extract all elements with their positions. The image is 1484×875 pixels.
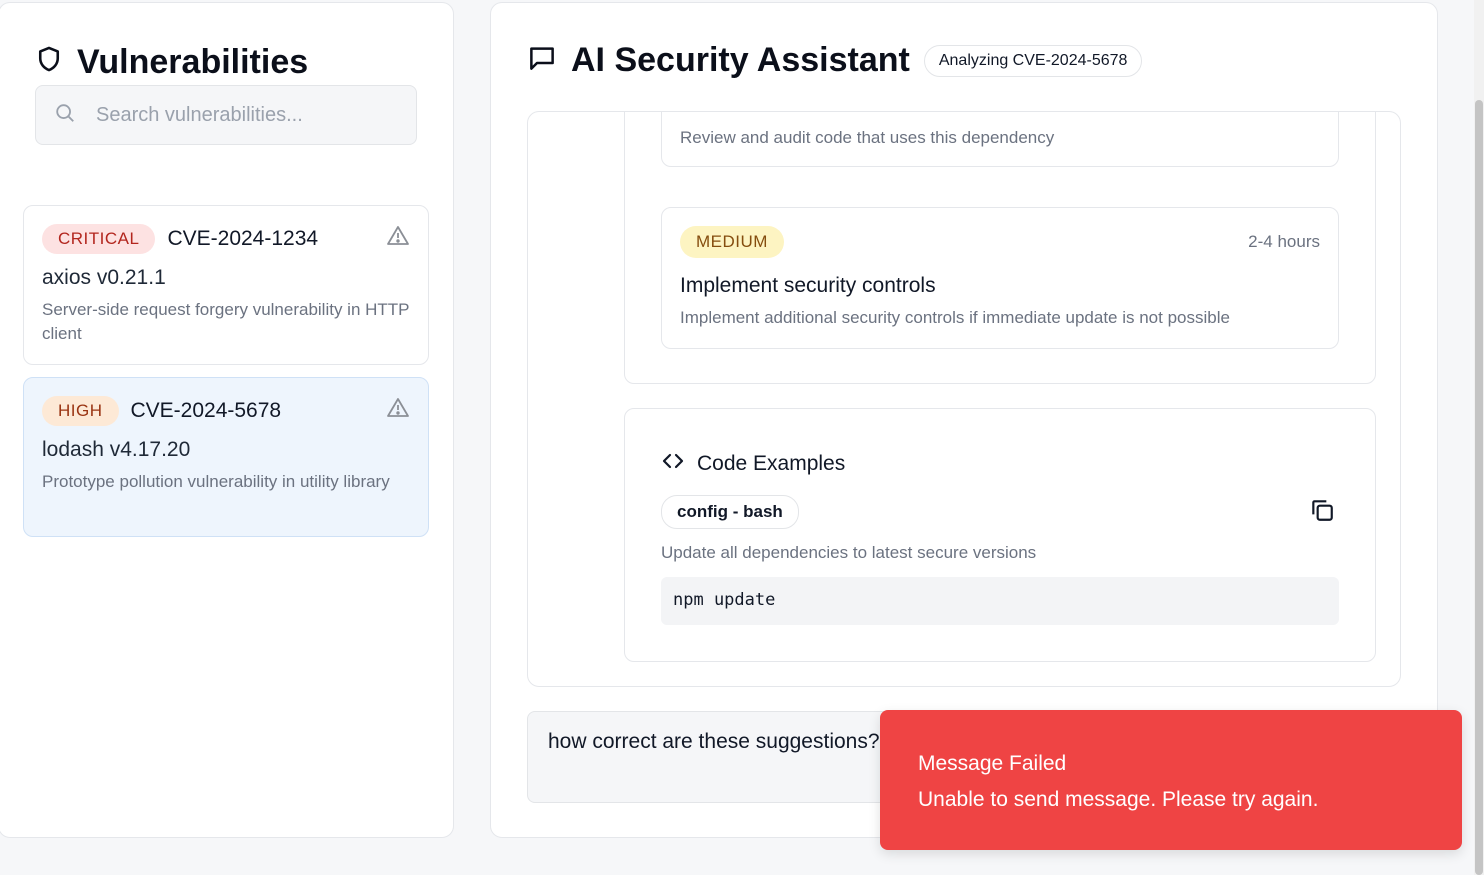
code-description: Update all dependencies to latest secure… [661, 543, 1037, 562]
recommendations-card: Review and audit code that uses this dep… [624, 112, 1376, 384]
cve-id: CVE-2024-5678 [130, 399, 282, 422]
scrollbar-thumb[interactable] [1475, 100, 1483, 875]
sidebar-title: Vulnerabilities [77, 43, 309, 81]
error-toast[interactable]: Message Failed Unable to send message. P… [880, 710, 1462, 850]
context-badge: Analyzing CVE-2024-5678 [923, 44, 1143, 77]
severity-badge: HIGH [42, 396, 119, 426]
assistant-header: AI Security Assistant Analyzing CVE-2024… [527, 41, 1143, 80]
shield-icon [35, 43, 63, 82]
effort-estimate: 2-4 hours [1248, 232, 1320, 251]
search-icon [54, 102, 76, 129]
severity-badge: CRITICAL [42, 224, 156, 254]
package-name: axios v0.21.1 [42, 266, 166, 289]
code-examples-header: Code Examples [661, 449, 845, 479]
chat-bubble-icon [527, 43, 557, 78]
recommendation-description: Review and audit code that uses this dep… [680, 128, 1055, 147]
sidebar-header: Vulnerabilities [35, 43, 308, 82]
vulnerability-card[interactable]: HIGH CVE-2024-5678 lodash v4.17.20 Proto… [23, 377, 429, 537]
copy-icon[interactable] [1309, 497, 1335, 523]
page-scrollbar[interactable] [1474, 0, 1484, 875]
recommendation-title: Implement security controls [680, 274, 936, 297]
warning-icon [387, 398, 409, 417]
recommendation-item: Review and audit code that uses this dep… [661, 112, 1339, 167]
priority-badge: MEDIUM [680, 226, 784, 258]
toast-message: Unable to send message. Please try again… [918, 788, 1319, 811]
vulnerability-description: Prototype pollution vulnerability in uti… [42, 472, 390, 491]
vulnerability-card[interactable]: CRITICAL CVE-2024-1234 axios v0.21.1 Ser… [23, 205, 429, 365]
vulnerability-description: Server-side request forgery vulnerabilit… [42, 300, 410, 343]
page-title: AI Security Assistant [571, 41, 910, 79]
recommendation-description: Implement additional security controls i… [680, 308, 1230, 327]
vulnerabilities-sidebar: Vulnerabilities CRITICAL CVE-2024-1234 a… [0, 2, 454, 838]
search-box [35, 85, 417, 145]
package-name: lodash v4.17.20 [42, 438, 191, 461]
warning-icon [387, 226, 409, 245]
chat-messages[interactable]: Review and audit code that uses this dep… [527, 111, 1401, 687]
code-block: npm update [661, 577, 1339, 625]
recommendation-item: MEDIUM 2-4 hours Implement security cont… [661, 207, 1339, 349]
code-examples-title: Code Examples [697, 452, 846, 475]
code-language-tag: config - bash [661, 495, 799, 529]
toast-title: Message Failed [918, 752, 1067, 775]
code-icon [661, 449, 685, 479]
code-examples-card: Code Examples config - bash Update all d… [624, 408, 1376, 662]
search-input[interactable] [96, 103, 386, 127]
cve-id: CVE-2024-1234 [167, 227, 319, 250]
